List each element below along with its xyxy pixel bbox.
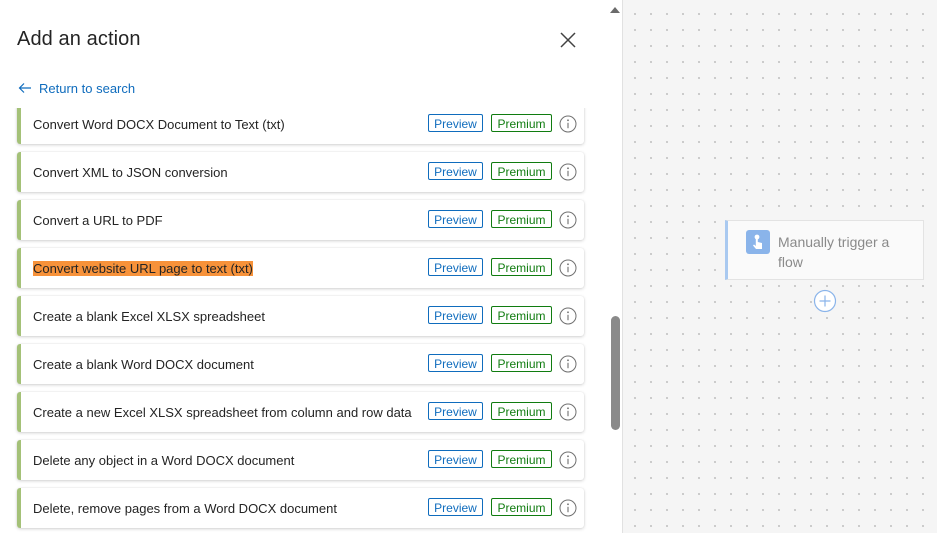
premium-badge: Premium xyxy=(491,306,552,324)
add-step-button[interactable] xyxy=(813,289,837,313)
app-root: Add an action Return to search Convert W… xyxy=(0,0,937,533)
preview-badge: Preview xyxy=(428,210,483,228)
action-label: Create a new Excel XLSX spreadsheet from… xyxy=(33,404,412,420)
return-to-search-link[interactable]: Return to search xyxy=(17,80,135,96)
action-label: Delete, remove pages from a Word DOCX do… xyxy=(33,500,337,516)
panel-title: Add an action xyxy=(17,28,141,50)
preview-badge: Preview xyxy=(428,258,483,276)
premium-badge: Premium xyxy=(491,162,552,180)
action-item[interactable]: Create a blank Excel XLSX spreadsheet Pre… xyxy=(17,296,584,336)
hand-touch-icon xyxy=(746,230,770,254)
preview-badge: Preview xyxy=(428,114,483,132)
action-label: Convert XML to JSON conversion xyxy=(33,164,228,180)
premium-badge: Premium xyxy=(491,402,552,420)
action-accent-bar xyxy=(17,152,21,192)
action-item[interactable]: Delete, remove pages from a Word DOCX do… xyxy=(17,488,584,528)
action-label: Create a blank Excel XLSX spreadsheet xyxy=(33,308,265,324)
action-item[interactable]: Convert website URL page to text (txt) Pr… xyxy=(17,248,584,288)
info-icon[interactable] xyxy=(559,259,577,277)
info-icon[interactable] xyxy=(559,499,577,517)
action-label: Convert Word DOCX Document to Text (txt) xyxy=(33,116,285,132)
action-item[interactable]: Create a blank Word DOCX document Preview… xyxy=(17,344,584,384)
scroll-up-arrow-icon[interactable] xyxy=(610,7,620,13)
preview-badge: Preview xyxy=(428,162,483,180)
action-accent-bar xyxy=(17,488,21,528)
info-icon[interactable] xyxy=(559,307,577,325)
info-icon[interactable] xyxy=(559,355,577,373)
premium-badge: Premium xyxy=(491,498,552,516)
action-label: Convert a URL to PDF xyxy=(33,212,163,228)
arrow-left-icon xyxy=(18,83,31,93)
preview-badge: Preview xyxy=(428,306,483,324)
preview-badge: Preview xyxy=(428,450,483,468)
info-icon[interactable] xyxy=(559,211,577,229)
action-accent-bar xyxy=(17,296,21,336)
premium-badge: Premium xyxy=(491,354,552,372)
action-accent-bar xyxy=(17,344,21,384)
info-icon[interactable] xyxy=(559,451,577,469)
preview-badge: Preview xyxy=(428,498,483,516)
action-item[interactable]: Delete any object in a Word DOCX documen… xyxy=(17,440,584,480)
plus-circle-icon xyxy=(813,289,837,313)
return-link-label: Return to search xyxy=(39,80,136,96)
action-item[interactable]: Create a new Excel XLSX spreadsheet from… xyxy=(17,392,584,432)
action-list: Convert Word DOCX Document to Text (txt)… xyxy=(0,108,604,533)
action-accent-bar xyxy=(17,200,21,240)
action-accent-bar xyxy=(17,440,21,480)
add-action-panel: Add an action Return to search Convert W… xyxy=(0,0,623,533)
info-icon[interactable] xyxy=(559,163,577,181)
premium-badge: Premium xyxy=(491,114,552,132)
preview-badge: Preview xyxy=(428,402,483,420)
info-icon[interactable] xyxy=(559,115,577,133)
action-accent-bar xyxy=(17,108,21,144)
action-item[interactable]: Convert Word DOCX Document to Text (txt)… xyxy=(17,108,584,144)
action-item[interactable]: Convert XML to JSON conversion Preview Pre… xyxy=(17,152,584,192)
premium-badge: Premium xyxy=(491,210,552,228)
info-icon[interactable] xyxy=(559,403,577,421)
premium-badge: Premium xyxy=(491,450,552,468)
action-accent-bar xyxy=(17,248,21,288)
trigger-label: Manually trigger a flow xyxy=(778,234,890,270)
action-label: Convert website URL page to text (txt) xyxy=(33,260,253,276)
premium-badge: Premium xyxy=(491,258,552,276)
close-icon xyxy=(560,32,576,48)
action-label: Delete any object in a Word DOCX documen… xyxy=(33,452,295,468)
preview-badge: Preview xyxy=(428,354,483,372)
action-accent-bar xyxy=(17,392,21,432)
scrollbar-thumb[interactable] xyxy=(611,316,620,430)
close-button[interactable] xyxy=(556,28,580,52)
action-item[interactable]: Convert a URL to PDF Preview Premium xyxy=(17,200,584,240)
action-label: Create a blank Word DOCX document xyxy=(33,356,254,372)
trigger-card[interactable]: Manually trigger a flow xyxy=(725,220,924,280)
